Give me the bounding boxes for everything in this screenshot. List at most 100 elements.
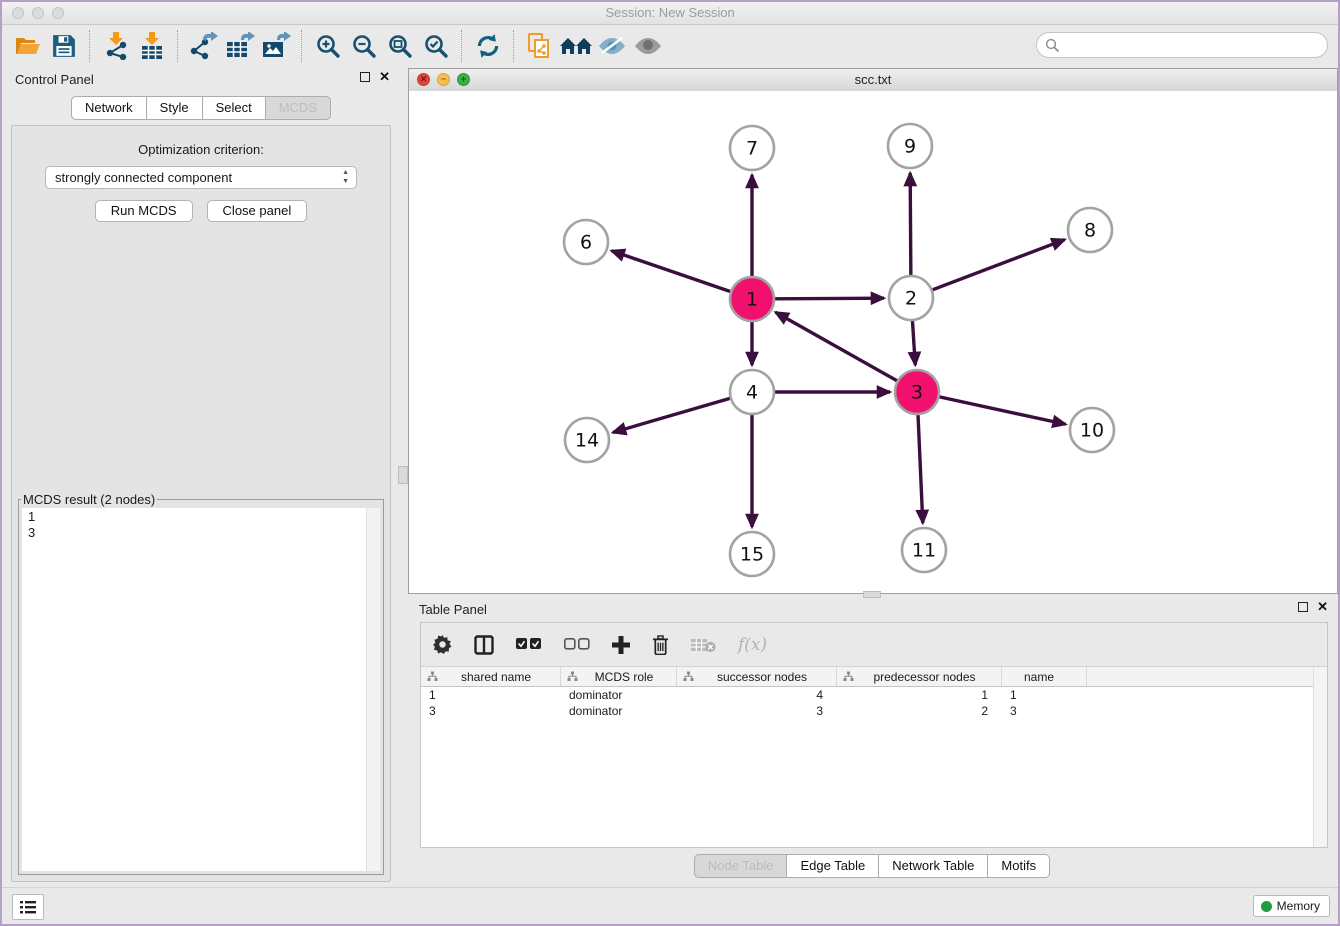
mcds-result-list[interactable]: 13 xyxy=(22,508,380,871)
float-table-panel-icon[interactable] xyxy=(1298,602,1308,612)
mcds-tab-content: Optimization criterion: strongly connect… xyxy=(11,125,391,882)
cell-predecessor-nodes[interactable]: 1 xyxy=(837,687,1002,703)
export-network-icon[interactable] xyxy=(186,29,222,63)
tab-motifs[interactable]: Motifs xyxy=(987,854,1050,878)
toolbar-separator xyxy=(89,30,91,62)
edge-3-1[interactable] xyxy=(776,312,897,380)
tab-node-table[interactable]: Node Table xyxy=(694,854,788,878)
optimization-criterion-select[interactable]: strongly connected component ▲▼ xyxy=(45,166,357,189)
edge-4-14[interactable] xyxy=(613,398,730,432)
mcds-result-title: MCDS result (2 nodes) xyxy=(21,492,157,507)
function-builder-icon[interactable]: f(x) xyxy=(738,635,767,655)
vertical-splitter-handle[interactable] xyxy=(398,466,408,484)
tab-edge-table[interactable]: Edge Table xyxy=(786,854,879,878)
tab-mcds[interactable]: MCDS xyxy=(265,96,331,120)
table-panel-title: Table Panel xyxy=(419,602,487,617)
close-panel-icon[interactable]: ✕ xyxy=(379,72,390,82)
edge-1-2[interactable] xyxy=(775,298,884,299)
node-label-4: 4 xyxy=(746,382,758,404)
result-item[interactable]: 1 xyxy=(22,508,380,524)
deselect-columns-icon[interactable] xyxy=(564,638,590,651)
export-image-icon[interactable] xyxy=(258,29,294,63)
cell-name[interactable]: 1 xyxy=(1002,687,1087,703)
open-file-icon[interactable] xyxy=(10,29,46,63)
edge-2-8[interactable] xyxy=(933,240,1065,290)
tab-network[interactable]: Network xyxy=(71,96,147,120)
search-field[interactable] xyxy=(1060,38,1327,53)
column-header-successor-nodes[interactable]: successor nodes xyxy=(677,667,837,686)
optimization-criterion-label: Optimization criterion: xyxy=(12,142,390,157)
network-window-titlebar[interactable]: ✕ − + scc.txt xyxy=(409,69,1337,92)
tab-select[interactable]: Select xyxy=(202,96,266,120)
save-session-icon[interactable] xyxy=(46,29,82,63)
result-item[interactable]: 3 xyxy=(22,524,380,540)
memory-button[interactable]: Memory xyxy=(1253,895,1330,917)
cell-name[interactable]: 3 xyxy=(1002,703,1087,719)
cell-predecessor-nodes[interactable]: 2 xyxy=(837,703,1002,719)
zoom-in-icon[interactable] xyxy=(310,29,346,63)
graph-edges[interactable] xyxy=(612,173,1066,527)
hide-selected-icon[interactable] xyxy=(594,29,630,63)
edge-2-3[interactable] xyxy=(912,321,915,365)
cell-shared-name[interactable]: 1 xyxy=(421,687,561,703)
tab-style[interactable]: Style xyxy=(146,96,203,120)
export-table-icon[interactable] xyxy=(222,29,258,63)
refresh-icon[interactable] xyxy=(470,29,506,63)
status-bar: Memory xyxy=(2,887,1338,924)
run-mcds-button[interactable]: Run MCDS xyxy=(95,200,193,222)
control-panel-tabs: NetworkStyleSelectMCDS xyxy=(4,96,398,120)
table-row[interactable]: 3dominator323 xyxy=(421,703,1314,719)
duplicate-network-icon[interactable] xyxy=(522,29,558,63)
horizontal-splitter-handle[interactable] xyxy=(863,591,881,598)
column-header-name[interactable]: name xyxy=(1002,667,1087,686)
tab-network-table[interactable]: Network Table xyxy=(878,854,988,878)
table-row[interactable]: 1dominator411 xyxy=(421,687,1314,703)
split-columns-icon[interactable] xyxy=(474,635,494,655)
delete-table-icon[interactable] xyxy=(691,637,716,653)
node-table[interactable]: shared nameMCDS rolesuccessor nodesprede… xyxy=(421,667,1314,847)
column-header-predecessor-nodes[interactable]: predecessor nodes xyxy=(837,667,1002,686)
task-history-button[interactable] xyxy=(12,894,44,920)
cell-shared-name[interactable]: 3 xyxy=(421,703,561,719)
table-settings-icon[interactable] xyxy=(433,635,452,654)
zoom-fit-icon[interactable] xyxy=(382,29,418,63)
select-all-columns-icon[interactable] xyxy=(516,638,542,651)
graph-nodes[interactable]: 7968124314101511 xyxy=(564,124,1114,576)
network-graph[interactable]: 7968124314101511 xyxy=(409,91,1337,593)
mcds-result-box: MCDS result (2 nodes) 13 xyxy=(18,492,384,875)
node-label-15: 15 xyxy=(740,544,764,566)
add-column-icon[interactable] xyxy=(612,636,630,654)
close-panel-button[interactable]: Close panel xyxy=(207,200,308,222)
cell-successor-nodes[interactable]: 3 xyxy=(677,703,837,719)
cell-mcds-role[interactable]: dominator xyxy=(561,687,677,703)
table-scrollbar[interactable] xyxy=(1313,667,1327,847)
search-input[interactable] xyxy=(1036,32,1328,58)
cell-mcds-role[interactable]: dominator xyxy=(561,703,677,719)
zoom-selected-icon[interactable] xyxy=(418,29,454,63)
import-network-icon[interactable] xyxy=(98,29,134,63)
result-scrollbar[interactable] xyxy=(366,508,380,871)
network-canvas[interactable]: 7968124314101511 xyxy=(409,91,1337,593)
main-toolbar xyxy=(2,24,1338,68)
delete-column-icon[interactable] xyxy=(652,635,669,655)
home-icon[interactable] xyxy=(558,29,594,63)
edge-3-10[interactable] xyxy=(939,397,1065,424)
edge-3-11[interactable] xyxy=(918,415,923,523)
column-header-shared-name[interactable]: shared name xyxy=(421,667,561,686)
import-table-icon[interactable] xyxy=(134,29,170,63)
table-panel-content: f(x) shared nameMCDS rolesuccessor nodes… xyxy=(420,622,1328,848)
column-header-mcds-role[interactable]: MCDS role xyxy=(561,667,677,686)
edge-1-6[interactable] xyxy=(612,251,731,292)
window-title: Session: New Session xyxy=(2,5,1338,20)
zoom-out-icon[interactable] xyxy=(346,29,382,63)
close-table-panel-icon[interactable]: ✕ xyxy=(1317,602,1328,612)
node-label-8: 8 xyxy=(1084,220,1096,242)
show-all-icon[interactable] xyxy=(630,29,666,63)
select-stepper-icon: ▲▼ xyxy=(342,168,349,186)
node-label-14: 14 xyxy=(575,430,599,452)
cell-successor-nodes[interactable]: 4 xyxy=(677,687,837,703)
selected-option: strongly connected component xyxy=(55,170,232,185)
edge-2-9[interactable] xyxy=(910,173,911,275)
float-panel-icon[interactable] xyxy=(360,72,370,82)
node-label-6: 6 xyxy=(580,232,592,254)
